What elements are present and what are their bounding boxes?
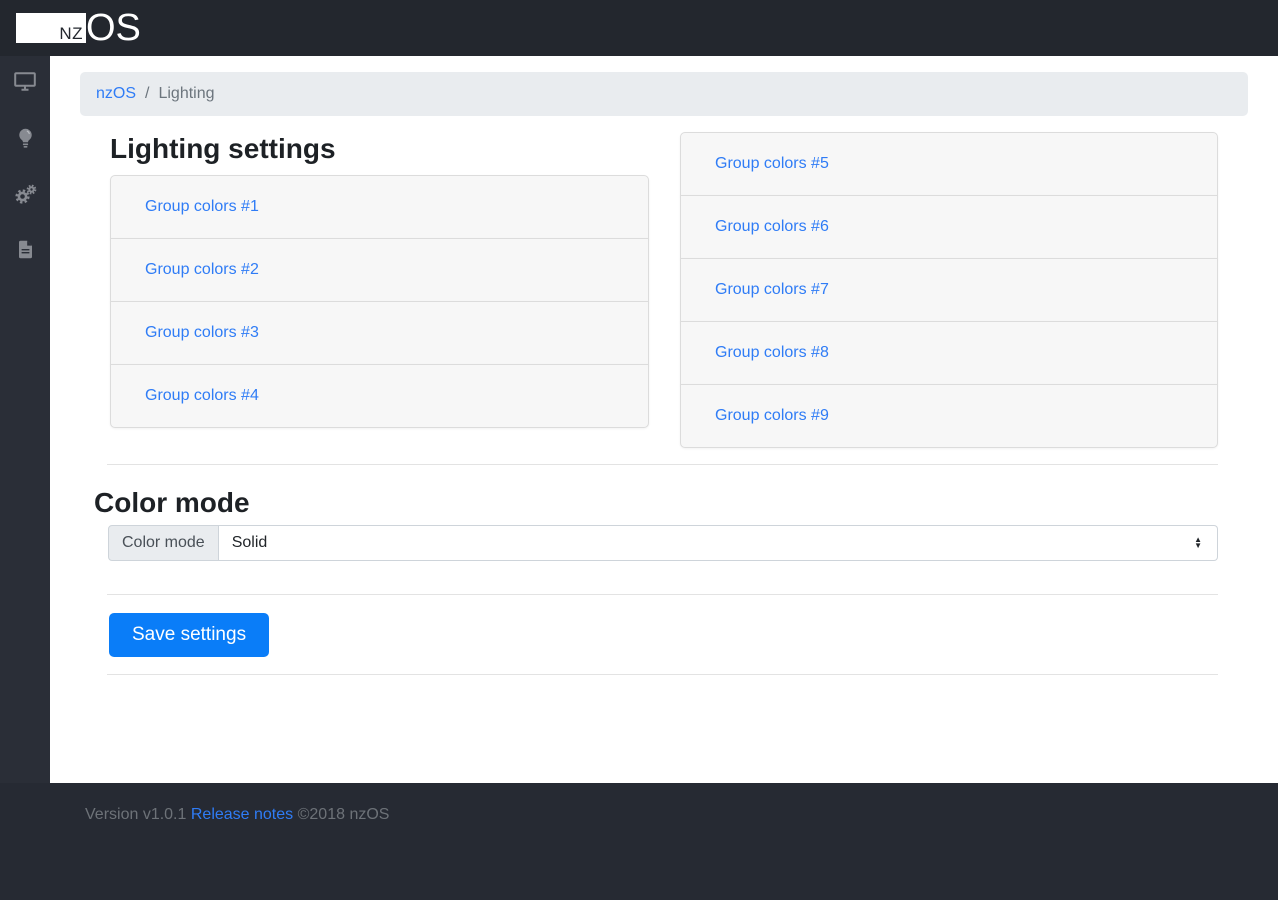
group-colors-1-header: Group colors #1 bbox=[110, 175, 649, 239]
group-colors-9-link[interactable]: Group colors #9 bbox=[715, 407, 829, 425]
sidebar-item-lighting[interactable] bbox=[0, 112, 50, 168]
group-colors-8-header: Group colors #8 bbox=[680, 321, 1218, 385]
document-icon bbox=[18, 240, 33, 264]
section-divider-bottom bbox=[107, 674, 1218, 675]
footer-version-text: Version v1.0.1 bbox=[85, 806, 187, 823]
group-colors-8-link[interactable]: Group colors #8 bbox=[715, 344, 829, 362]
group-colors-4-link[interactable]: Group colors #4 bbox=[145, 387, 259, 405]
release-notes-link[interactable]: Release notes bbox=[191, 806, 293, 823]
color-mode-title: Color mode bbox=[94, 487, 250, 518]
group-colors-2-header: Group colors #2 bbox=[110, 238, 649, 302]
groups-column-right: Group colors #5 Group colors #6 Group co… bbox=[664, 132, 1248, 448]
group-colors-6-link[interactable]: Group colors #6 bbox=[715, 218, 829, 236]
color-mode-label: Color mode bbox=[108, 525, 219, 561]
select-arrows-icon: ▲ ▼ bbox=[1194, 535, 1202, 550]
group-colors-3-header: Group colors #3 bbox=[110, 301, 649, 365]
page-footer: Version v1.0.1 Release notes ©2018 nzOS bbox=[0, 783, 1278, 900]
section-divider-middle bbox=[107, 594, 1218, 595]
top-navbar: NZ OS bbox=[0, 0, 1278, 56]
page-layout: nzOS / Lighting Lighting settings Group … bbox=[0, 56, 1278, 783]
footer-copyright-text: ©2018 nzOS bbox=[297, 806, 390, 823]
group-colors-7-header: Group colors #7 bbox=[680, 258, 1218, 322]
group-colors-5-link[interactable]: Group colors #5 bbox=[715, 155, 829, 173]
group-colors-6-header: Group colors #6 bbox=[680, 195, 1218, 259]
group-colors-1-link[interactable]: Group colors #1 bbox=[145, 198, 259, 216]
brand-logo-box: NZ bbox=[16, 13, 86, 43]
save-settings-button[interactable]: Save settings bbox=[109, 613, 270, 657]
group-colors-5-header: Group colors #5 bbox=[680, 132, 1218, 196]
lighting-settings-title: Lighting settings bbox=[110, 133, 336, 164]
groups-row: Lighting settings Group colors #1 Group … bbox=[80, 132, 1248, 448]
group-colors-accordion-left: Group colors #1 Group colors #2 Group co… bbox=[110, 175, 649, 428]
groups-column-left: Lighting settings Group colors #1 Group … bbox=[80, 132, 664, 448]
breadcrumb: nzOS / Lighting bbox=[80, 72, 1248, 116]
brand-nz-text: NZ bbox=[59, 24, 83, 43]
desktop-icon bbox=[14, 72, 36, 96]
color-mode-input-group: Color mode Solid ▲ ▼ bbox=[108, 525, 1218, 561]
sidebar bbox=[0, 56, 50, 783]
section-divider-top bbox=[107, 464, 1218, 465]
group-colors-7-link[interactable]: Group colors #7 bbox=[715, 281, 829, 299]
brand-os-text: OS bbox=[86, 7, 141, 49]
color-mode-select[interactable]: Solid ▲ ▼ bbox=[218, 525, 1218, 561]
color-mode-selected-value: Solid bbox=[231, 534, 268, 551]
group-colors-2-link[interactable]: Group colors #2 bbox=[145, 261, 259, 279]
breadcrumb-home-link[interactable]: nzOS bbox=[96, 85, 136, 103]
gears-icon bbox=[14, 184, 37, 209]
brand-logo[interactable]: NZ OS bbox=[16, 7, 141, 49]
lightbulb-icon bbox=[18, 128, 33, 153]
main-content: nzOS / Lighting Lighting settings Group … bbox=[50, 56, 1278, 783]
group-colors-3-link[interactable]: Group colors #3 bbox=[145, 324, 259, 342]
group-colors-accordion-right: Group colors #5 Group colors #6 Group co… bbox=[680, 132, 1218, 448]
sidebar-item-displays[interactable] bbox=[0, 56, 50, 112]
breadcrumb-separator: / bbox=[145, 85, 150, 102]
group-colors-9-header: Group colors #9 bbox=[680, 384, 1218, 448]
sidebar-item-settings[interactable] bbox=[0, 168, 50, 224]
group-colors-4-header: Group colors #4 bbox=[110, 364, 649, 428]
sidebar-item-logs[interactable] bbox=[0, 224, 50, 280]
breadcrumb-current: Lighting bbox=[158, 85, 215, 102]
